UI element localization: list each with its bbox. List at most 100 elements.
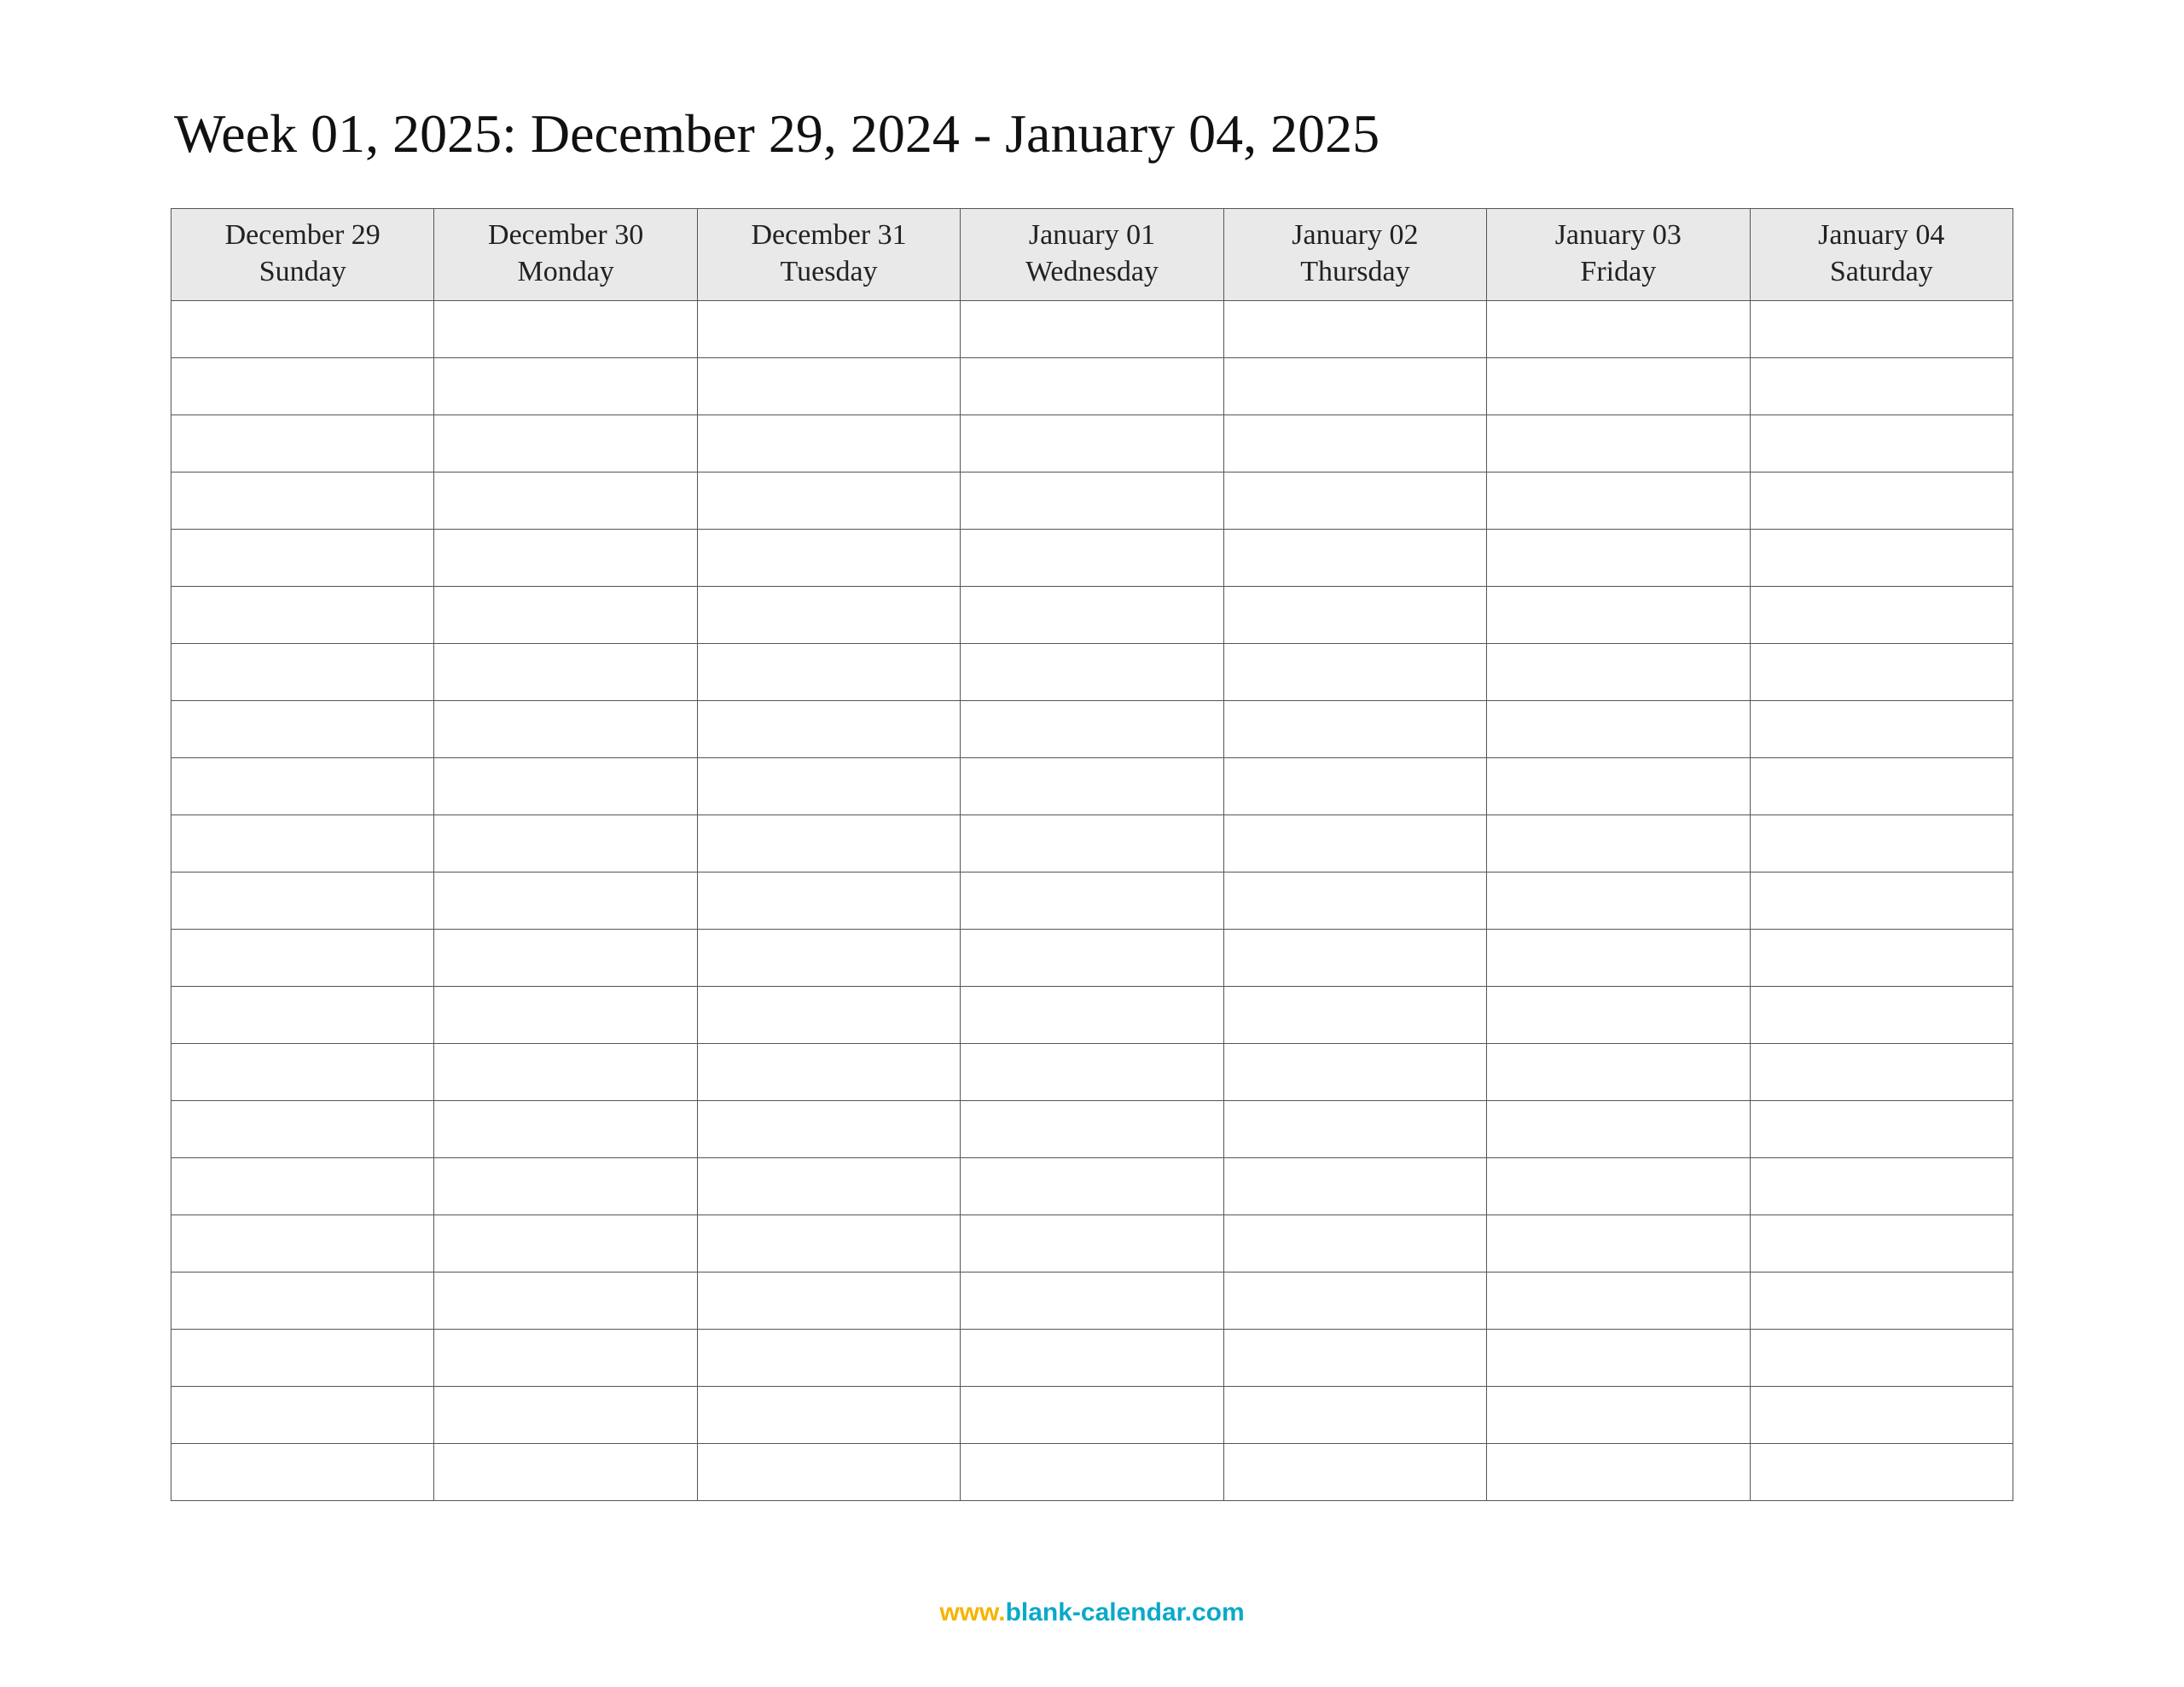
- calendar-cell[interactable]: [1750, 1272, 2013, 1330]
- calendar-cell[interactable]: [1750, 815, 2013, 872]
- calendar-cell[interactable]: [434, 1330, 697, 1387]
- calendar-cell[interactable]: [1223, 1330, 1486, 1387]
- calendar-cell[interactable]: [171, 1387, 434, 1444]
- calendar-cell[interactable]: [434, 587, 697, 644]
- calendar-cell[interactable]: [697, 758, 960, 815]
- calendar-cell[interactable]: [697, 358, 960, 415]
- calendar-cell[interactable]: [1487, 1101, 1750, 1158]
- calendar-cell[interactable]: [1487, 1158, 1750, 1215]
- calendar-cell[interactable]: [171, 872, 434, 930]
- calendar-cell[interactable]: [434, 415, 697, 472]
- footer-link[interactable]: www.blank-calendar.com: [0, 1598, 2184, 1627]
- calendar-cell[interactable]: [1750, 1044, 2013, 1101]
- calendar-cell[interactable]: [1223, 1387, 1486, 1444]
- calendar-cell[interactable]: [697, 1215, 960, 1272]
- calendar-cell[interactable]: [1750, 1158, 2013, 1215]
- calendar-cell[interactable]: [1487, 644, 1750, 701]
- calendar-cell[interactable]: [171, 1330, 434, 1387]
- calendar-cell[interactable]: [434, 1101, 697, 1158]
- calendar-cell[interactable]: [961, 1215, 1223, 1272]
- calendar-cell[interactable]: [1223, 701, 1486, 758]
- calendar-cell[interactable]: [434, 644, 697, 701]
- calendar-cell[interactable]: [697, 1044, 960, 1101]
- calendar-cell[interactable]: [1223, 415, 1486, 472]
- calendar-cell[interactable]: [1750, 758, 2013, 815]
- calendar-cell[interactable]: [961, 1330, 1223, 1387]
- calendar-cell[interactable]: [171, 1444, 434, 1501]
- calendar-cell[interactable]: [697, 644, 960, 701]
- calendar-cell[interactable]: [1487, 1044, 1750, 1101]
- calendar-cell[interactable]: [1223, 815, 1486, 872]
- calendar-cell[interactable]: [171, 930, 434, 987]
- calendar-cell[interactable]: [171, 1158, 434, 1215]
- calendar-cell[interactable]: [171, 987, 434, 1044]
- calendar-cell[interactable]: [1223, 758, 1486, 815]
- calendar-cell[interactable]: [961, 1044, 1223, 1101]
- calendar-cell[interactable]: [171, 1101, 434, 1158]
- calendar-cell[interactable]: [171, 1044, 434, 1101]
- calendar-cell[interactable]: [434, 815, 697, 872]
- calendar-cell[interactable]: [961, 472, 1223, 530]
- calendar-cell[interactable]: [961, 587, 1223, 644]
- calendar-cell[interactable]: [434, 1158, 697, 1215]
- calendar-cell[interactable]: [697, 701, 960, 758]
- calendar-cell[interactable]: [1487, 930, 1750, 987]
- calendar-cell[interactable]: [1487, 415, 1750, 472]
- calendar-cell[interactable]: [961, 530, 1223, 587]
- calendar-cell[interactable]: [1223, 1444, 1486, 1501]
- calendar-cell[interactable]: [1223, 930, 1486, 987]
- calendar-cell[interactable]: [171, 358, 434, 415]
- calendar-cell[interactable]: [1750, 930, 2013, 987]
- calendar-cell[interactable]: [1750, 644, 2013, 701]
- calendar-cell[interactable]: [434, 301, 697, 358]
- calendar-cell[interactable]: [1487, 987, 1750, 1044]
- calendar-cell[interactable]: [1487, 358, 1750, 415]
- calendar-cell[interactable]: [1750, 415, 2013, 472]
- calendar-cell[interactable]: [1487, 701, 1750, 758]
- calendar-cell[interactable]: [1223, 1272, 1486, 1330]
- calendar-cell[interactable]: [1750, 587, 2013, 644]
- calendar-cell[interactable]: [697, 587, 960, 644]
- calendar-cell[interactable]: [434, 1387, 697, 1444]
- calendar-cell[interactable]: [171, 815, 434, 872]
- calendar-cell[interactable]: [171, 758, 434, 815]
- calendar-cell[interactable]: [961, 987, 1223, 1044]
- calendar-cell[interactable]: [434, 758, 697, 815]
- calendar-cell[interactable]: [1487, 472, 1750, 530]
- calendar-cell[interactable]: [697, 530, 960, 587]
- calendar-cell[interactable]: [434, 701, 697, 758]
- calendar-cell[interactable]: [1223, 1044, 1486, 1101]
- calendar-cell[interactable]: [1487, 758, 1750, 815]
- calendar-cell[interactable]: [1487, 1387, 1750, 1444]
- calendar-cell[interactable]: [434, 987, 697, 1044]
- calendar-cell[interactable]: [434, 1215, 697, 1272]
- calendar-cell[interactable]: [961, 1158, 1223, 1215]
- calendar-cell[interactable]: [1750, 1215, 2013, 1272]
- calendar-cell[interactable]: [961, 930, 1223, 987]
- calendar-cell[interactable]: [1223, 358, 1486, 415]
- calendar-cell[interactable]: [1750, 472, 2013, 530]
- calendar-cell[interactable]: [697, 1101, 960, 1158]
- calendar-cell[interactable]: [961, 1101, 1223, 1158]
- calendar-cell[interactable]: [961, 872, 1223, 930]
- calendar-cell[interactable]: [434, 872, 697, 930]
- calendar-cell[interactable]: [1750, 701, 2013, 758]
- calendar-cell[interactable]: [1223, 1215, 1486, 1272]
- calendar-cell[interactable]: [1487, 587, 1750, 644]
- calendar-cell[interactable]: [1223, 530, 1486, 587]
- calendar-cell[interactable]: [697, 415, 960, 472]
- calendar-cell[interactable]: [697, 815, 960, 872]
- calendar-cell[interactable]: [171, 301, 434, 358]
- calendar-cell[interactable]: [434, 1272, 697, 1330]
- calendar-cell[interactable]: [434, 1444, 697, 1501]
- calendar-cell[interactable]: [171, 587, 434, 644]
- calendar-cell[interactable]: [1223, 872, 1486, 930]
- calendar-cell[interactable]: [1487, 1444, 1750, 1501]
- calendar-cell[interactable]: [697, 1444, 960, 1501]
- calendar-cell[interactable]: [1750, 1444, 2013, 1501]
- calendar-cell[interactable]: [697, 301, 960, 358]
- calendar-cell[interactable]: [1487, 1330, 1750, 1387]
- calendar-cell[interactable]: [1750, 987, 2013, 1044]
- calendar-cell[interactable]: [697, 987, 960, 1044]
- calendar-cell[interactable]: [1223, 301, 1486, 358]
